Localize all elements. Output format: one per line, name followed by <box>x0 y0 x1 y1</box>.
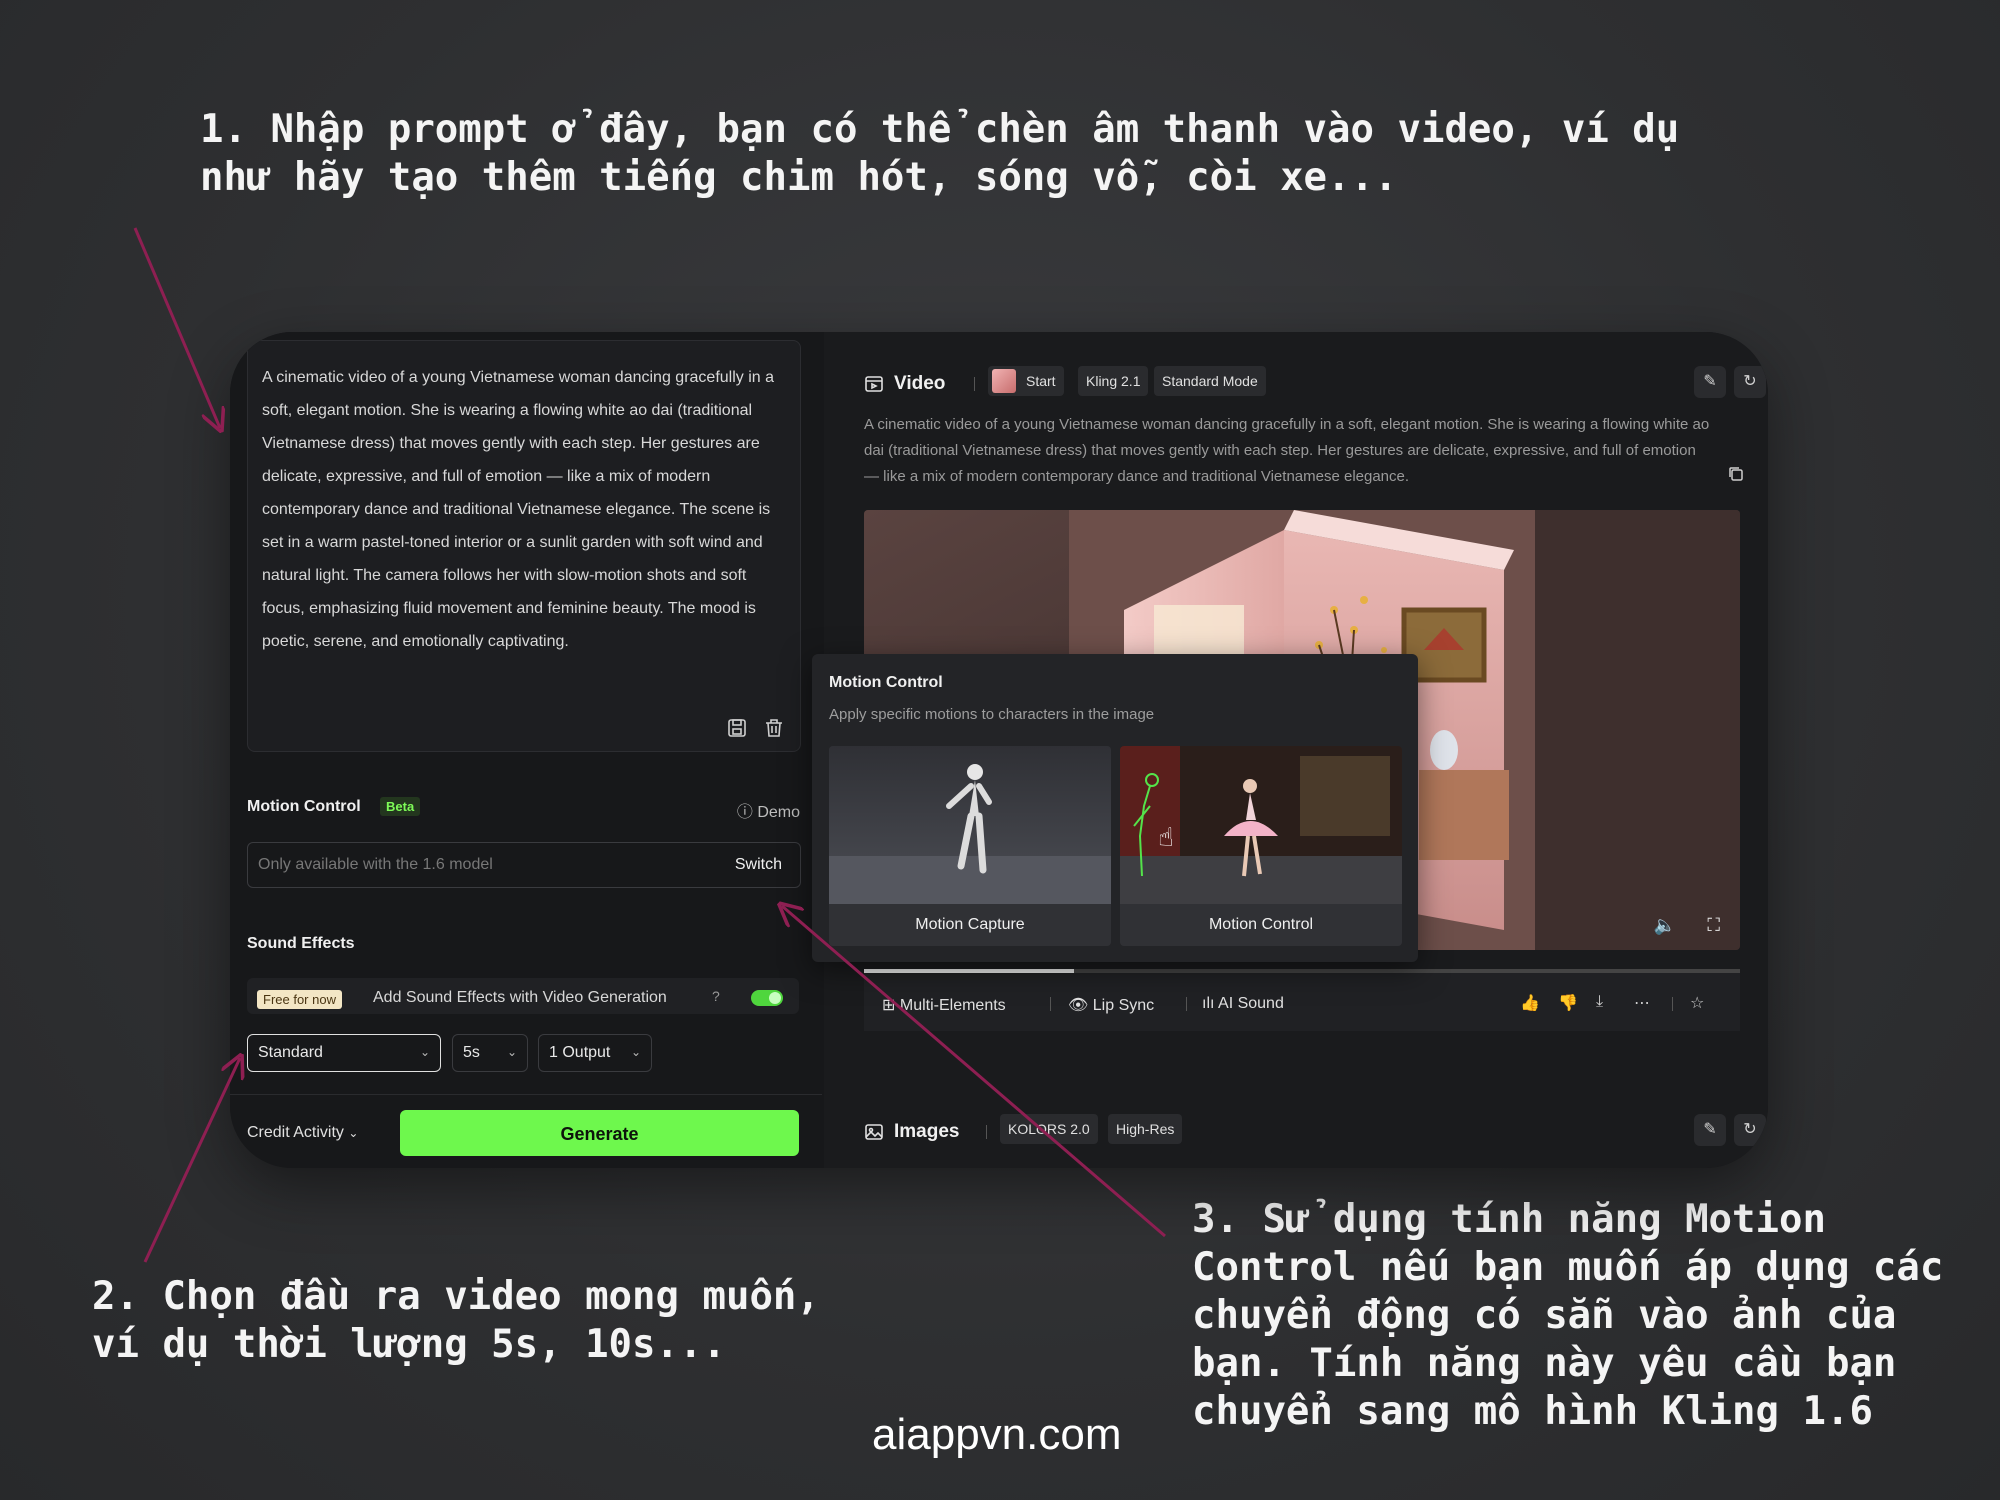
star-icon[interactable]: ☆ <box>1690 993 1704 1013</box>
sound-effects-toggle[interactable] <box>751 990 783 1006</box>
annotation-step-2: 2. Chọn đầu ra video mong muốn, ví dụ th… <box>92 1274 820 1367</box>
sound-effects-text: Add Sound Effects with Video Generation <box>373 989 667 1006</box>
lip-sync-label: Lip Sync <box>1092 997 1155 1014</box>
generate-button[interactable]: Generate <box>400 1110 799 1156</box>
video-icon <box>864 374 884 394</box>
credit-activity-label: Credit Activity <box>247 1124 344 1141</box>
separator <box>1672 997 1673 1011</box>
output-select[interactable]: 1 Output ⌄ <box>538 1034 652 1072</box>
more-icon[interactable]: ⋯ <box>1634 993 1650 1013</box>
save-prompt-icon[interactable] <box>726 717 748 739</box>
waveform-icon: ılı <box>1202 995 1215 1012</box>
prompt-textarea[interactable]: A cinematic video of a young Vietnamese … <box>247 340 801 752</box>
start-frame-chip[interactable]: Start <box>988 366 1064 396</box>
video-description: A cinematic video of a young Vietnamese … <box>864 416 1710 485</box>
duration-select[interactable]: 5s ⌄ <box>452 1034 528 1072</box>
regenerate-icon[interactable]: ↻ <box>1734 366 1766 398</box>
separator <box>974 377 975 391</box>
sound-effects-label: Sound Effects <box>247 935 355 952</box>
motion-capture-card[interactable]: Motion Capture <box>829 746 1111 946</box>
thumbs-down-icon[interactable]: 👎 <box>1558 993 1578 1013</box>
app-panel: A cinematic video of a young Vietnamese … <box>230 332 1768 1168</box>
lip-sync-button[interactable]: 👁 Lip Sync <box>1068 995 1154 1015</box>
multi-elements-button[interactable]: ⊞ Multi-Elements <box>882 995 1006 1015</box>
images-section-title: Images <box>894 1121 960 1142</box>
mode-select-value: Standard <box>258 1044 323 1061</box>
high-res-chip: High-Res <box>1108 1114 1183 1144</box>
motion-capture-label: Motion Capture <box>829 904 1111 946</box>
motion-capture-image <box>829 746 1111 904</box>
arrow-to-prompt <box>133 227 220 428</box>
popup-title: Motion Control <box>829 674 943 691</box>
video-section-title: Video <box>894 373 946 394</box>
mode-chip: Standard Mode <box>1154 366 1266 396</box>
chevron-down-icon: ⌄ <box>348 1126 359 1140</box>
demo-label: Demo <box>757 804 800 821</box>
motion-control-card[interactable]: ☝ Motion Control <box>1120 746 1402 946</box>
chevron-down-icon: ⌄ <box>506 1045 517 1059</box>
multi-elements-label: Multi-Elements <box>899 997 1006 1014</box>
fullscreen-icon[interactable]: ⛶ <box>1707 915 1720 936</box>
separator <box>1050 997 1051 1011</box>
model-placeholder: Only available with the 1.6 model <box>258 856 493 873</box>
edit-icon[interactable]: ✎ <box>1694 366 1726 398</box>
multi-elements-icon: ⊞ <box>882 997 896 1014</box>
demo-link[interactable]: ⓘ Demo <box>737 798 800 822</box>
thumbs-up-icon[interactable]: 👍 <box>1520 993 1540 1013</box>
ai-sound-label: AI Sound <box>1218 995 1284 1012</box>
chevron-down-icon: ⌄ <box>419 1045 430 1059</box>
edit-icon[interactable]: ✎ <box>1694 1114 1726 1146</box>
eye-icon: 👁 <box>1068 997 1089 1014</box>
regenerate-icon[interactable]: ↻ <box>1734 1114 1766 1146</box>
annotation-step-3: 3. Sử dụng tính năng Motion Control nếu … <box>1192 1197 1944 1434</box>
volume-icon[interactable]: 🔈 <box>1654 915 1676 936</box>
motion-control-popup: Motion Control Apply specific motions to… <box>812 654 1418 962</box>
motion-control-card-label: Motion Control <box>1120 904 1402 946</box>
mode-select[interactable]: Standard ⌄ <box>247 1034 441 1072</box>
trash-icon[interactable] <box>763 717 785 739</box>
chevron-down-icon: ⌄ <box>630 1045 641 1059</box>
arrow-to-output-select <box>143 1058 240 1263</box>
generation-settings-panel: A cinematic video of a young Vietnamese … <box>230 332 822 1168</box>
annotation-step-1: 1. Nhập prompt ở đây, bạn có thể chèn âm… <box>200 107 1680 200</box>
hand-cursor-icon: ☝ <box>1158 823 1174 853</box>
beta-badge: Beta <box>380 797 421 816</box>
start-chip-label: Start <box>1026 373 1056 389</box>
copy-icon[interactable] <box>1728 466 1744 482</box>
sound-effects-row: Free for now Add Sound Effects with Vide… <box>247 978 799 1014</box>
ai-sound-button[interactable]: ılı AI Sound <box>1202 995 1284 1013</box>
video-tools-bar: ⊞ Multi-Elements 👁 Lip Sync ılı AI Sound… <box>864 973 1740 1031</box>
model-chip: Kling 2.1 <box>1078 366 1149 396</box>
divider <box>230 1094 822 1095</box>
image-icon <box>864 1122 884 1142</box>
watermark-text: aiappvn.com <box>872 1410 1122 1459</box>
kolors-chip: KOLORS 2.0 <box>1000 1114 1098 1144</box>
duration-select-value: 5s <box>463 1044 480 1061</box>
output-select-value: 1 Output <box>549 1044 611 1061</box>
popup-subtitle: Apply specific motions to characters in … <box>829 706 1155 723</box>
help-icon[interactable]: ? <box>712 988 720 1004</box>
switch-model-button[interactable]: Switch <box>735 856 782 874</box>
separator <box>1186 997 1187 1011</box>
info-icon: ⓘ <box>736 804 753 821</box>
motion-control-image: ☝ <box>1120 746 1402 904</box>
credit-activity-dropdown[interactable]: Credit Activity ⌄ <box>247 1124 358 1142</box>
motion-control-label: Motion Control <box>247 798 361 815</box>
start-frame-thumbnail <box>992 369 1016 393</box>
motion-control-input[interactable]: Only available with the 1.6 model Switch <box>247 842 801 888</box>
separator <box>986 1125 987 1139</box>
download-icon[interactable]: ⤓ <box>1596 993 1603 1011</box>
prompt-text: A cinematic video of a young Vietnamese … <box>262 369 775 650</box>
free-badge: Free for now <box>257 990 342 1009</box>
